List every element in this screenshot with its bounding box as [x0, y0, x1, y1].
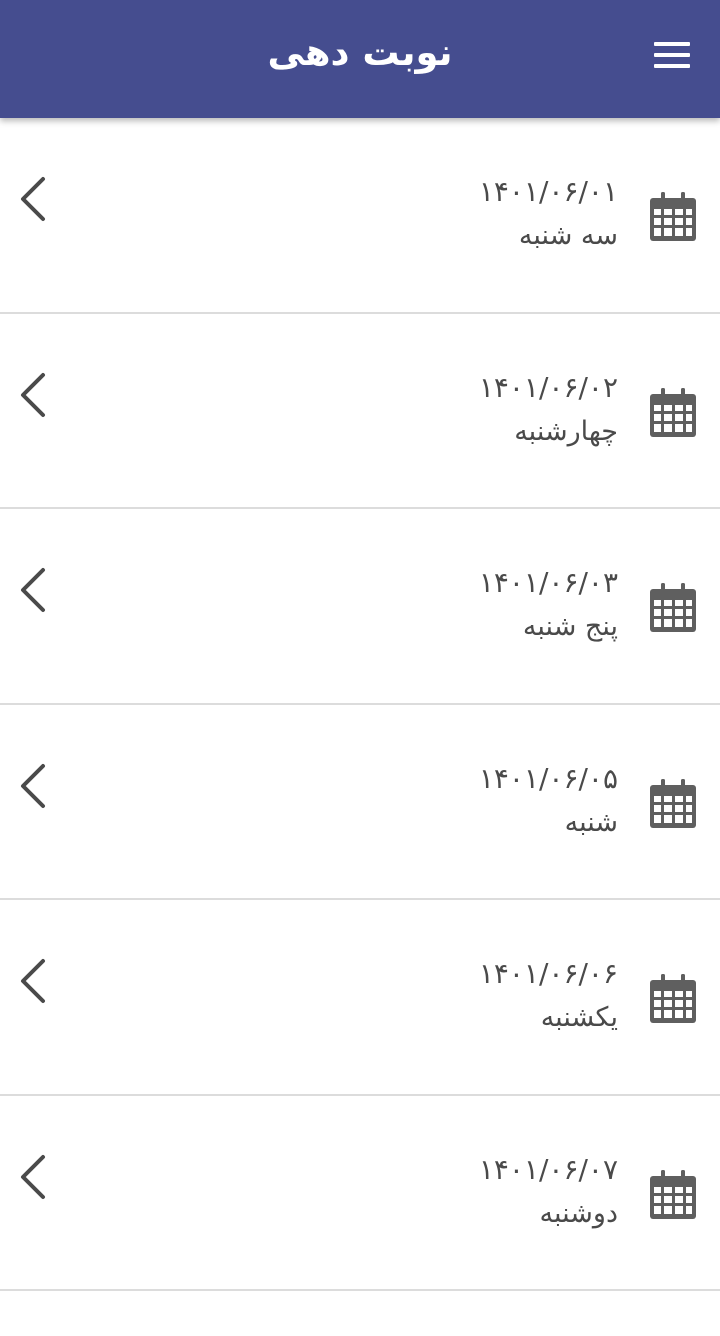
date-label: ۱۴۰۱/۰۶/۰۶ — [478, 957, 618, 990]
calendar-icon — [650, 387, 696, 437]
calendar-icon — [650, 582, 696, 632]
chevron-left-icon — [18, 567, 48, 613]
chevron-left-icon — [18, 372, 48, 418]
hamburger-menu-icon[interactable] — [650, 36, 694, 76]
list-item[interactable]: ۱۴۰۱/۰۶/۰۲ چهارشنبه — [0, 313, 720, 509]
list-item[interactable]: ۱۴۰۱/۰۶/۰۷ دوشنبه — [0, 1095, 720, 1291]
list-item[interactable]: ۱۴۰۱/۰۶/۰۱ سه شنبه — [0, 118, 720, 314]
calendar-icon — [650, 191, 696, 241]
chevron-left-icon — [18, 763, 48, 809]
weekday-label: سه شنبه — [518, 220, 618, 251]
date-block: ۱۴۰۱/۰۶/۰۳ پنج شنبه — [479, 563, 618, 649]
date-label: ۱۴۰۱/۰۶/۰۳ — [478, 566, 618, 599]
weekday-label: پنج شنبه — [522, 611, 618, 642]
page-title: نوبت دهی — [267, 31, 453, 74]
list-item[interactable]: ۱۴۰۱/۰۶/۰۶ یکشنبه — [0, 900, 720, 1096]
calendar-icon — [650, 778, 696, 828]
list-item[interactable]: ۱۴۰۱/۰۶/۰۵ شنبه — [0, 704, 720, 900]
calendar-icon — [650, 973, 696, 1023]
date-block: ۱۴۰۱/۰۶/۰۱ سه شنبه — [479, 172, 618, 258]
weekday-label: چهارشنبه — [514, 415, 618, 447]
app-bar: نوبت دهی — [0, 0, 720, 118]
weekday-label: شنبه — [564, 806, 618, 838]
calendar-icon — [650, 1169, 696, 1219]
chevron-left-icon — [18, 1154, 48, 1200]
date-block: ۱۴۰۱/۰۶/۰۲ چهارشنبه — [479, 368, 618, 454]
appointment-date-list: ۱۴۰۱/۰۶/۰۱ سه شنبه ۱۴۰۱/۰۶/۰۲ چهارشنبه ۱… — [0, 118, 720, 1291]
weekday-label: دوشنبه — [539, 1197, 618, 1229]
list-item[interactable]: ۱۴۰۱/۰۶/۰۳ پنج شنبه — [0, 509, 720, 705]
date-label: ۱۴۰۱/۰۶/۰۷ — [478, 1152, 618, 1186]
date-label: ۱۴۰۱/۰۶/۰۵ — [478, 761, 618, 795]
date-label: ۱۴۰۱/۰۶/۰۱ — [478, 175, 618, 208]
chevron-left-icon — [18, 958, 48, 1004]
date-block: ۱۴۰۱/۰۶/۰۶ یکشنبه — [479, 954, 618, 1040]
date-block: ۱۴۰۱/۰۶/۰۷ دوشنبه — [479, 1150, 618, 1236]
date-label: ۱۴۰۱/۰۶/۰۲ — [478, 370, 618, 404]
date-block: ۱۴۰۱/۰۶/۰۵ شنبه — [479, 759, 618, 845]
weekday-label: یکشنبه — [540, 1002, 618, 1033]
chevron-left-icon — [18, 176, 48, 222]
